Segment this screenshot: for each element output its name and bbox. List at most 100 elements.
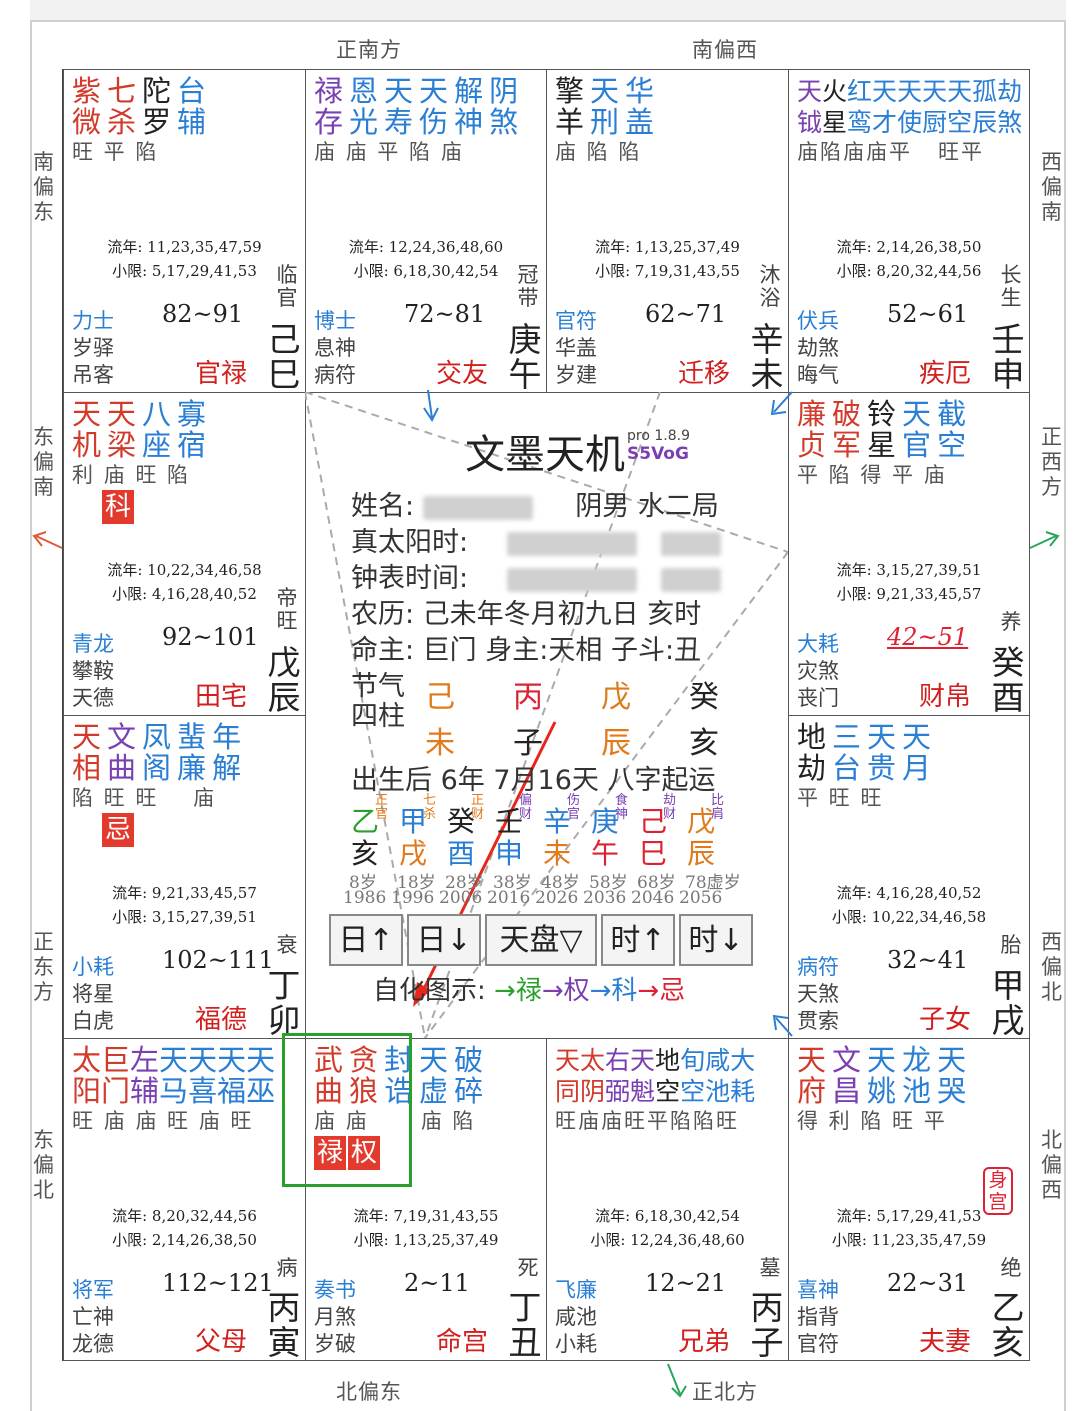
palace-chen[interactable]: 天 机天 梁八 座寡 宿利 庙 旺 陷科流年: 10,22,34,46,58 小限… xyxy=(63,392,306,716)
star-name[interactable]: 天 巫 xyxy=(246,1045,275,1107)
star-name[interactable]: 太 阳 xyxy=(72,1045,101,1107)
star-name[interactable]: 孤 辰 xyxy=(972,76,997,138)
star-name[interactable]: 天 机 xyxy=(72,399,101,461)
star-name[interactable]: 天 使 xyxy=(897,76,922,138)
star-name[interactable]: 太 阴 xyxy=(580,1045,605,1107)
life-stage: 墓 xyxy=(759,1256,781,1280)
star-name[interactable]: 天 月 xyxy=(902,722,931,784)
star-name[interactable]: 恩 光 xyxy=(349,76,378,138)
star-name[interactable]: 巨 门 xyxy=(101,1045,130,1107)
star-name[interactable]: 天 府 xyxy=(797,1045,826,1107)
day-down-button[interactable]: 日↓ xyxy=(407,914,481,966)
star-name[interactable]: 旬 空 xyxy=(680,1045,705,1107)
star-name[interactable]: 寡 宿 xyxy=(177,399,206,461)
god-2: 咸池 xyxy=(555,1305,597,1329)
star-name[interactable]: 天 喜 xyxy=(188,1045,217,1107)
star-name[interactable]: 天 同 xyxy=(555,1045,580,1107)
god-2: 华盖 xyxy=(555,336,597,360)
legend-item: →科 xyxy=(589,976,638,1006)
star-name[interactable]: 天 空 xyxy=(947,76,972,138)
god-2: 灾煞 xyxy=(797,659,839,683)
direction-right-1: 西偏南 xyxy=(1041,150,1063,224)
star-name[interactable]: 七 杀 xyxy=(107,76,136,138)
star-name[interactable]: 解 神 xyxy=(454,76,483,138)
star-name[interactable]: 天 钺 xyxy=(797,76,822,138)
star-name[interactable]: 天 贵 xyxy=(867,722,896,784)
star-name[interactable]: 天 寿 xyxy=(384,76,413,138)
star-name[interactable]: 天 福 xyxy=(217,1045,246,1107)
small-limit: 小限: 9,21,33,45,57 xyxy=(836,585,982,603)
star-name[interactable]: 破 军 xyxy=(832,399,861,461)
hour-down-button[interactable]: 时↓ xyxy=(679,914,753,966)
palace-zi[interactable]: 天 同太 阴右 弼天 魁地 空旬 空咸 池大 耗旺庙庙旺平陷陷旺 流年: 6,18… xyxy=(546,1038,789,1361)
star-name[interactable]: 地 空 xyxy=(655,1045,680,1107)
palace-you[interactable]: 廉 贞破 军铃 星天 官截 空平 陷 得 平 庙流年: 3,15,27,39,5… xyxy=(788,392,1030,716)
star-name[interactable]: 陀 罗 xyxy=(142,76,171,138)
star-name[interactable]: 咸 池 xyxy=(705,1045,730,1107)
palace-gods: 青龙 攀鞍 天德 xyxy=(72,631,114,712)
hour-up-button[interactable]: 时↑ xyxy=(601,914,675,966)
star-name[interactable]: 禄 存 xyxy=(314,76,343,138)
star-name[interactable]: 破 碎 xyxy=(454,1045,483,1107)
star-name[interactable]: 天 刑 xyxy=(590,76,619,138)
star-name[interactable]: 廉 贞 xyxy=(797,399,826,461)
palace-xu[interactable]: 地 劫三 台天 贵天 月平 旺 旺流年: 4,16,28,40,52 小限: 10… xyxy=(788,715,1030,1039)
star-name[interactable]: 截 空 xyxy=(937,399,966,461)
god-3: 吊客 xyxy=(72,363,114,387)
star-name[interactable]: 铃 星 xyxy=(867,399,896,461)
star-name[interactable]: 左 辅 xyxy=(130,1045,159,1107)
star-name[interactable]: 阴 煞 xyxy=(489,76,518,138)
star-name[interactable]: 天 官 xyxy=(902,399,931,461)
star-name[interactable]: 华 盖 xyxy=(625,76,654,138)
star-name[interactable]: 红 鸾 xyxy=(847,76,872,138)
direction-bottom-left: 北偏东 xyxy=(336,1380,402,1404)
star-name[interactable]: 天 相 xyxy=(72,722,101,784)
star-name[interactable]: 蜚 廉 xyxy=(177,722,206,784)
palace-mao[interactable]: 天 相文 曲凤 阁蜚 廉年 解陷 旺 旺 庙忌流年: 9,21,33,45,57… xyxy=(63,715,306,1039)
life-stage: 死 xyxy=(517,1256,539,1280)
palace-name: 疾厄 xyxy=(918,359,971,389)
legend-items: →禄→权→科→忌 xyxy=(494,976,685,1006)
star-name[interactable]: 文 昌 xyxy=(832,1045,861,1107)
star-name[interactable]: 年 解 xyxy=(212,722,241,784)
star-name[interactable]: 火 星 xyxy=(822,76,847,138)
star-name[interactable]: 天 伤 xyxy=(419,76,448,138)
star-name[interactable]: 擎 羊 xyxy=(555,76,584,138)
star-name[interactable]: 天 姚 xyxy=(867,1045,896,1107)
star-name[interactable]: 天 厨 xyxy=(922,76,947,138)
god-1: 病符 xyxy=(797,955,839,979)
star-name[interactable]: 紫 微 xyxy=(72,76,101,138)
day-up-button[interactable]: 日↑ xyxy=(329,914,403,966)
star-name[interactable]: 天 梁 xyxy=(107,399,136,461)
palace-wei[interactable]: 擎 羊天 刑华 盖庙 陷 陷流年: 1,13,25,37,49 小限: 7,19,… xyxy=(546,69,789,393)
palace-si[interactable]: 紫 微七 杀陀 罗台 辅旺 平 陷流年: 11,23,35,47,59 小限: 5… xyxy=(63,69,306,393)
god-3: 贯索 xyxy=(797,1009,839,1033)
palace-yin[interactable]: 太 阳巨 门左 辅天 马天 喜天 福天 巫旺 庙 庙 旺 庙 旺流年: 8,20… xyxy=(63,1038,306,1361)
star-name[interactable]: 八 座 xyxy=(142,399,171,461)
decade-range: 12~21 xyxy=(645,1269,727,1297)
star-name[interactable]: 地 劫 xyxy=(797,722,826,784)
star-name[interactable]: 文 曲 xyxy=(107,722,136,784)
star-name[interactable]: 天 哭 xyxy=(937,1045,966,1107)
star-name[interactable]: 凤 阁 xyxy=(142,722,171,784)
star-name[interactable]: 龙 池 xyxy=(902,1045,931,1107)
star-name[interactable]: 天 马 xyxy=(159,1045,188,1107)
luck-ten-god: 七杀 xyxy=(423,793,437,822)
star-name[interactable]: 大 耗 xyxy=(730,1045,755,1107)
palace-wu[interactable]: 禄 存恩 光天 寿天 伤解 神阴 煞庙 庙 平 陷 庙流年: 12,24,36,… xyxy=(305,69,547,393)
direction-top-left: 正南方 xyxy=(336,38,402,62)
star-name[interactable]: 天 才 xyxy=(872,76,897,138)
star-name[interactable]: 台 辅 xyxy=(177,76,206,138)
star-name[interactable]: 三 台 xyxy=(832,722,861,784)
sky-chart-button[interactable]: 天盘▽ xyxy=(485,914,597,966)
palace-gods: 飞廉 咸池 小耗 xyxy=(555,1277,597,1358)
star-name[interactable]: 天 魁 xyxy=(630,1045,655,1107)
life-stage: 帝 旺 xyxy=(276,586,298,633)
stem-branch: 壬 申 xyxy=(991,320,1025,394)
star-name[interactable]: 右 弼 xyxy=(605,1045,630,1107)
star-name[interactable]: 劫 煞 xyxy=(997,76,1022,138)
star-list: 天 钺火 星红 鸾天 才天 使天 厨天 空孤 辰劫 煞 xyxy=(797,76,1025,138)
palace-hai[interactable]: 天 府文 昌天 姚龙 池天 哭得 利 陷 旺 平身 宫流年: 5,17,29,4… xyxy=(788,1038,1030,1361)
palace-shen[interactable]: 天 钺火 星红 鸾天 才天 使天 厨天 空孤 辰劫 煞庙陷庙庙平 旺平 流年: 2… xyxy=(788,69,1030,393)
star-name[interactable]: 天 虚 xyxy=(419,1045,448,1107)
